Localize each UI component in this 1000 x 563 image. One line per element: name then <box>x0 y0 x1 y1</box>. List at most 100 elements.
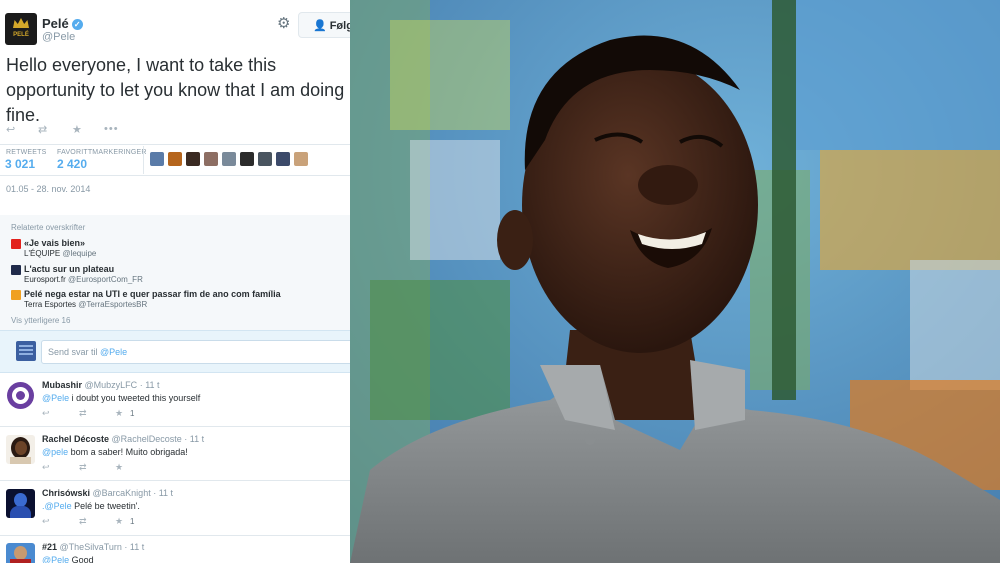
reply-text: .@Pele Pelé be tweetin'. <box>42 501 140 511</box>
source-handle[interactable]: @lequipe <box>62 249 96 258</box>
reply-input[interactable]: Send svar til @Pele <box>41 340 350 364</box>
retweets-label: RETWEETS <box>6 149 47 156</box>
reply-author-handle: @RachelDecoste <box>111 434 182 444</box>
profile-avatar[interactable]: PELÉ <box>5 13 37 45</box>
reply-body: i doubt you tweeted this yourself <box>69 393 201 403</box>
retweet-icon[interactable]: ⇄ <box>79 462 87 473</box>
follow-button[interactable]: 👤 Følg <box>298 12 350 38</box>
source-handle[interactable]: @TerraEsportesBR <box>78 300 147 309</box>
related-headline[interactable]: «Je vais bien» <box>24 238 85 248</box>
related-source: Terra Esportes @TerraEsportesBR <box>24 300 147 309</box>
reply-author-name: Mubashir <box>42 380 83 390</box>
reply-text: @Pele Good <box>42 555 94 563</box>
retweet-icon[interactable]: ⇄ <box>38 123 47 136</box>
tweet-header: PELÉ Pelé ✓ @Pele ⚙ 👤 Følg <box>0 0 350 48</box>
reply-mention[interactable]: @Pele <box>42 393 69 403</box>
reply-mention[interactable]: .@Pele <box>42 501 72 511</box>
reply-author[interactable]: Mubashir @MubzyLFC · 11 t <box>42 380 160 390</box>
retweets-count[interactable]: 3 021 <box>5 157 35 171</box>
divider <box>143 146 144 174</box>
profile-name[interactable]: Pelé ✓ <box>42 16 83 31</box>
lequipe-icon <box>11 239 21 249</box>
avatar[interactable] <box>222 152 236 166</box>
reply-body: bom a saber! Muito obrigada! <box>68 447 188 457</box>
favorite-count: 1 <box>130 409 135 418</box>
reply-icon[interactable]: ↩ <box>6 123 15 136</box>
reply-box: Send svar til @Pele <box>0 330 350 373</box>
reply-author-handle: @BarcaKnight <box>92 488 151 498</box>
reply-actions: ↩ ⇄ ★ 1 <box>42 516 162 528</box>
avatar[interactable] <box>258 152 272 166</box>
portrait-photo <box>350 0 1000 563</box>
related-headline[interactable]: L'actu sur un plateau <box>24 264 114 274</box>
show-more-link[interactable]: Vis ytterligere 16 <box>11 316 70 325</box>
reply-author-name: #21 <box>42 542 58 552</box>
tweet-date[interactable]: 01.05 - 28. nov. 2014 <box>6 184 90 194</box>
reply-icon[interactable]: ↩ <box>42 462 50 473</box>
favorite-icon[interactable]: ★ <box>115 462 123 473</box>
tweet-actions: ↩ ⇄ ★ ••• <box>6 123 206 137</box>
more-icon[interactable]: ••• <box>104 123 119 135</box>
avatar[interactable] <box>6 543 35 563</box>
reply-text: @pele bom a saber! Muito obrigada! <box>42 447 188 457</box>
favorite-icon[interactable]: ★ <box>72 123 82 136</box>
divider <box>0 426 350 427</box>
retweet-icon[interactable]: ⇄ <box>79 516 87 527</box>
reply-time: · 11 t <box>184 434 205 444</box>
reply-author-name: Chrisówski <box>42 488 91 498</box>
avatar <box>16 341 36 361</box>
avatar[interactable] <box>6 435 35 464</box>
divider <box>0 144 350 145</box>
avatar[interactable] <box>6 489 35 518</box>
reply-time: · 11 t <box>139 380 160 390</box>
reply-time: · 11 t <box>153 488 174 498</box>
reply-mention: @Pele <box>100 347 128 357</box>
favorite-count: 1 <box>130 517 135 526</box>
reply-placeholder: Send svar til <box>48 347 101 357</box>
divider <box>0 535 350 536</box>
avatar[interactable] <box>294 152 308 166</box>
avatar[interactable] <box>168 152 182 166</box>
related-headline[interactable]: Pelé nega estar na UTI e quer passar fim… <box>24 289 281 299</box>
avatar[interactable] <box>6 381 35 410</box>
related-source: L'ÉQUIPE @lequipe <box>24 249 96 258</box>
reply-author-handle: @MubzyLFC <box>84 380 138 390</box>
reply-author-handle: @TheSilvaTurn <box>59 542 122 552</box>
reply-author[interactable]: Rachel Décoste @RachelDecoste · 11 t <box>42 434 204 444</box>
related-source: Eurosport.fr @EurosportCom_FR <box>24 275 143 284</box>
source-name: Eurosport.fr <box>24 275 66 284</box>
reply-icon[interactable]: ↩ <box>42 516 50 527</box>
profile-handle[interactable]: @Pele <box>42 31 75 43</box>
reply-body: Pelé be tweetin'. <box>71 501 140 511</box>
avatar[interactable] <box>150 152 164 166</box>
favorite-icon[interactable]: ★ <box>115 516 123 527</box>
add-user-icon: 👤 <box>313 20 327 32</box>
reply-author[interactable]: #21 @TheSilvaTurn · 11 t <box>42 542 144 552</box>
favorites-count[interactable]: 2 420 <box>57 157 87 171</box>
avatar[interactable] <box>276 152 290 166</box>
avatar[interactable] <box>204 152 218 166</box>
reply-body: Good <box>69 555 94 563</box>
favorite-icon[interactable]: ★ <box>115 408 123 419</box>
reply-mention[interactable]: @pele <box>42 447 68 457</box>
profile-name-text[interactable]: Pelé <box>42 16 69 31</box>
avatar-logo-text: PELÉ <box>13 32 29 38</box>
reply-icon[interactable]: ↩ <box>42 408 50 419</box>
terra-icon <box>11 290 21 300</box>
related-title: Relaterte overskrifter <box>11 223 86 232</box>
retweet-icon[interactable]: ⇄ <box>79 408 87 419</box>
gear-icon[interactable]: ⚙ <box>277 14 290 32</box>
eurosport-icon <box>11 265 21 275</box>
source-handle[interactable]: @EurosportCom_FR <box>68 275 143 284</box>
crown-icon <box>13 18 29 28</box>
tweet-text: Hello everyone, I want to take this oppo… <box>6 55 345 125</box>
verified-icon: ✓ <box>71 19 83 30</box>
follow-label: Følg <box>329 20 350 32</box>
related-headlines: Relaterte overskrifter «Je vais bien» L'… <box>0 215 350 330</box>
avatar[interactable] <box>186 152 200 166</box>
avatar[interactable] <box>240 152 254 166</box>
reply-actions: ↩ ⇄ ★ 1 <box>42 408 162 420</box>
reply-mention[interactable]: @Pele <box>42 555 69 563</box>
reply-author-name: Rachel Décoste <box>42 434 110 444</box>
reply-author[interactable]: Chrisówski @BarcaKnight · 11 t <box>42 488 173 498</box>
